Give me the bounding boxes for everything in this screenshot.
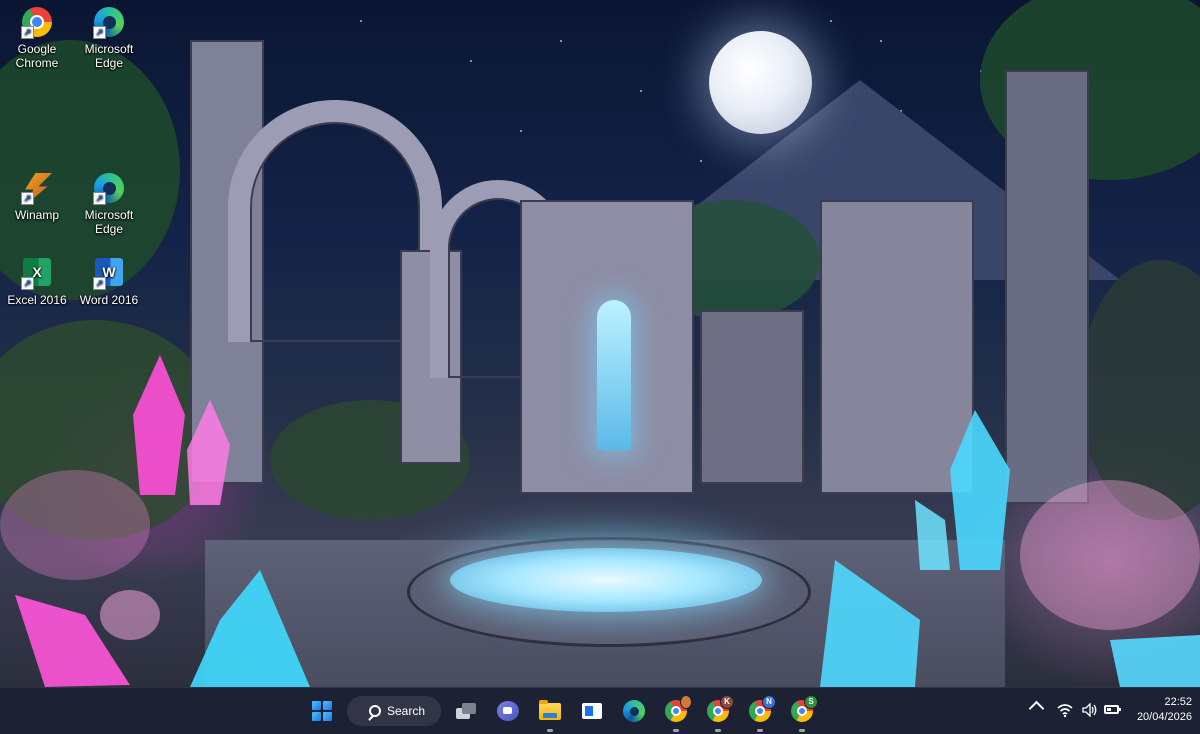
taskbar-search[interactable]: Search (347, 696, 441, 726)
chat-icon (497, 701, 519, 721)
clock-time: 22:52 (1164, 696, 1192, 708)
wifi-icon[interactable] (1057, 702, 1073, 718)
pink-crystal (133, 355, 230, 505)
desktop-wallpaper (0, 0, 1200, 687)
taskbar-clock[interactable]: 22:52 20/04/2026 (1126, 695, 1192, 725)
cyan-crystal (1110, 635, 1200, 687)
chrome-profile-badge: S (804, 695, 818, 709)
cyan-crystal (915, 410, 1010, 570)
edge-icon (623, 700, 645, 722)
search-label: Search (387, 704, 426, 718)
taskbar: Search K N S 22:52 20/04/2026 (0, 687, 1200, 734)
task-view-icon (456, 703, 476, 719)
desktop-icon-microsoft-edge[interactable]: ↗ Microsoft Edge (76, 172, 142, 236)
desktop-icon-label: Microsoft Edge (84, 42, 134, 70)
fountain-water (450, 548, 762, 612)
moon (709, 31, 812, 134)
windows-start-icon (312, 701, 332, 721)
taskbar-chrome-button[interactable] (660, 695, 692, 732)
glowing-window (597, 300, 631, 450)
desktop-icon-excel-2016[interactable]: X ↗ Excel 2016 (4, 256, 70, 307)
taskbar-chrome-profile-s-button[interactable]: S (786, 695, 818, 732)
desktop-icon-google-chrome[interactable]: ↗ Google Chrome (4, 6, 70, 70)
widgets-icon (582, 703, 602, 719)
desktop-icon-label: Microsoft Edge (84, 208, 134, 236)
chrome-profile-badge (680, 695, 692, 709)
volume-icon[interactable] (1082, 703, 1098, 717)
cyan-crystal (820, 560, 920, 687)
desktop-icon-label: Winamp (14, 208, 59, 222)
chat-button[interactable] (492, 695, 524, 727)
taskbar-chrome-profile-k-button[interactable]: K (702, 695, 734, 732)
desktop-icon-microsoft-edge[interactable]: ↗ Microsoft Edge (76, 6, 142, 70)
taskbar-edge-button[interactable] (618, 695, 650, 727)
chrome-profile-badge: N (762, 695, 776, 709)
folder-icon (539, 699, 561, 720)
battery-icon[interactable] (1104, 705, 1121, 714)
cyan-crystal (190, 570, 310, 687)
chrome-profile-badge: K (720, 695, 734, 709)
chevron-up-icon[interactable] (1028, 700, 1045, 717)
file-explorer-button[interactable] (534, 695, 566, 732)
desktop-icon-label: Excel 2016 (7, 293, 67, 307)
task-view-button[interactable] (450, 695, 482, 727)
desktop-icon-winamp[interactable]: ↗ Winamp (4, 172, 70, 222)
taskbar-chrome-profile-n-button[interactable]: N (744, 695, 776, 732)
clock-date: 20/04/2026 (1136, 711, 1192, 723)
start-button[interactable] (306, 695, 338, 727)
desktop-icon-word-2016[interactable]: W ↗ Word 2016 (76, 256, 142, 307)
desktop-icon-label: Google Chrome (15, 42, 59, 70)
search-icon (369, 705, 381, 717)
desktop-icon-label: Word 2016 (79, 293, 139, 307)
widgets-button[interactable] (576, 695, 608, 727)
